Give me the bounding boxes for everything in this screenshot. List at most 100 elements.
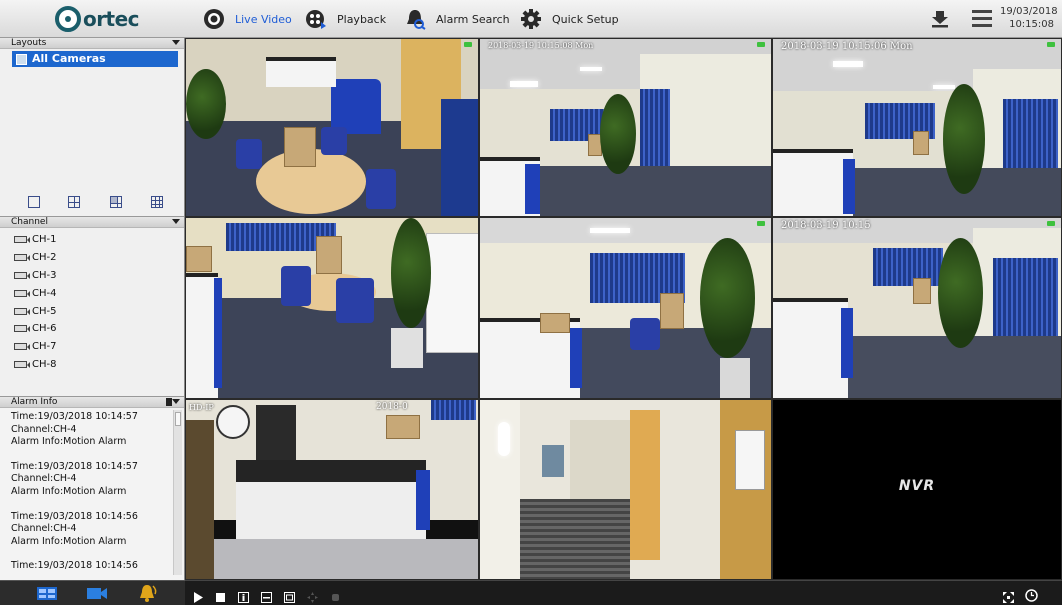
tile-timestamp: 2018-03-19 10:15 — [781, 220, 871, 231]
channel-item-ch1[interactable]: CH-1 — [0, 231, 184, 249]
video-tile-ch2[interactable]: 2018-03-19 10:15:08 Mon — [479, 38, 772, 217]
channel-list: CH-1 CH-2 CH-3 CH-4 CH-5 CH-6 CH-7 CH-8 — [0, 228, 184, 373]
channel-item-ch5[interactable]: CH-5 — [0, 302, 184, 320]
alarm-time: Time:19/03/2018 10:14:57 — [11, 411, 138, 422]
ptz-icon — [307, 588, 318, 603]
channel-item-ch7[interactable]: CH-7 — [0, 338, 184, 356]
channel-header[interactable]: Channel — [0, 217, 184, 228]
camera-view-icon[interactable] — [86, 586, 108, 601]
recording-indicator — [1047, 42, 1055, 47]
clock-icon[interactable] — [1025, 587, 1038, 602]
download-icon[interactable] — [930, 9, 950, 29]
system-time: 10:15:08 — [1009, 19, 1054, 30]
chevron-down-icon[interactable] — [172, 399, 180, 404]
split-screen-icon[interactable] — [261, 588, 272, 603]
camera-icon — [14, 307, 30, 315]
channel-label: CH-7 — [32, 341, 57, 353]
alarm-entry: Time:19/03/2018 10:14:56 — [11, 560, 172, 573]
camera-feed — [186, 400, 478, 579]
left-bottom-toolbar — [0, 580, 185, 605]
alarm-scrollbar[interactable] — [173, 410, 182, 575]
video-tile-ch4[interactable] — [185, 217, 479, 399]
recording-indicator — [1047, 221, 1055, 226]
video-tile-ch3[interactable]: 2018-03-19 10:15:06 Mon — [772, 38, 1062, 217]
logo-mark — [54, 6, 81, 32]
video-tile-ch5[interactable] — [479, 217, 772, 399]
alarm-search-icon — [404, 8, 426, 30]
camera-feed — [773, 218, 1061, 398]
alarm-entry: Time:19/03/2018 10:14:57 Channel:CH-4 Al… — [11, 411, 172, 449]
video-tile-ch6[interactable]: 2018-03-19 10:15 — [772, 217, 1062, 399]
alarm-time: Time:19/03/2018 10:14:56 — [11, 510, 138, 522]
tile-timestamp: 2018-03-19 10:15:06 Mon — [781, 41, 913, 52]
video-grid: 2018-03-19 10:15:08 Mon 2018-03-19 10:15… — [185, 38, 1062, 580]
alarm-info-section: Alarm Info Time:19/03/2018 10:14:57 Chan… — [0, 396, 184, 580]
channel-label: CH-4 — [32, 287, 57, 299]
menu-icon[interactable] — [972, 10, 992, 28]
channel-label: CH-6 — [32, 323, 57, 335]
tile-timestamp: 2018-03-19 10:15:08 Mon — [488, 41, 594, 50]
layout-split-buttons — [0, 196, 184, 210]
alarm-bell-icon[interactable] — [136, 583, 158, 603]
layout-2x2-icon[interactable] — [68, 196, 80, 208]
channel-title: Channel — [11, 217, 48, 227]
chevron-down-icon[interactable] — [172, 219, 180, 224]
layout-view-icon[interactable] — [36, 586, 58, 601]
brand-name: ortec — [82, 7, 140, 31]
channel-label: CH-1 — [32, 234, 57, 246]
system-datetime: 19/03/2018 10:15:08 — [1000, 5, 1060, 31]
camera-icon — [14, 271, 30, 279]
nvr-placeholder-label: NVR — [898, 478, 936, 494]
tile-channel-label: HD-IP — [189, 403, 214, 412]
channel-item-ch4[interactable]: CH-4 — [0, 284, 184, 302]
layouts-section: Layouts All Cameras — [0, 38, 184, 216]
alarm-type: Alarm Info:Motion Alarm — [11, 485, 127, 497]
scroll-thumb[interactable] — [175, 412, 181, 426]
channel-item-ch6[interactable]: CH-6 — [0, 320, 184, 338]
play-icon[interactable] — [193, 588, 204, 603]
tile-timestamp: 2018-0 — [376, 402, 408, 412]
stop-icon[interactable] — [215, 588, 226, 602]
chevron-down-icon[interactable] — [172, 40, 180, 45]
alarm-type: Alarm Info:Motion Alarm — [11, 535, 127, 547]
alarm-info-title: Alarm Info — [11, 397, 58, 407]
info-icon[interactable] — [238, 588, 249, 603]
alarm-entry: Time:19/03/2018 10:14:57 Channel:CH-4 Al… — [11, 461, 172, 499]
video-tile-ch8[interactable] — [479, 399, 772, 580]
nav-playback[interactable]: Playback — [305, 0, 386, 38]
system-date: 19/03/2018 — [1000, 6, 1058, 17]
nav-alarm-search[interactable]: Alarm Search — [404, 0, 510, 38]
channel-label: CH-3 — [32, 269, 57, 281]
channel-label: CH-2 — [32, 252, 57, 264]
left-panel: Layouts All Cameras Channel CH-1 CH-2 CH… — [0, 38, 185, 580]
nav-live-video[interactable]: Live Video — [203, 0, 292, 38]
channel-item-ch3[interactable]: CH-3 — [0, 267, 184, 285]
video-tile-ch7[interactable]: HD-IP 2018-0 — [185, 399, 479, 580]
nav-quick-setup[interactable]: Quick Setup — [520, 0, 619, 38]
camera-feed — [480, 39, 771, 216]
camera-feed — [773, 39, 1061, 216]
snapshot-icon[interactable] — [284, 588, 295, 603]
channel-item-ch2[interactable]: CH-2 — [0, 249, 184, 267]
nav-live-video-label: Live Video — [235, 12, 292, 26]
fullscreen-icon[interactable] — [1003, 588, 1014, 603]
nav-quick-setup-label: Quick Setup — [552, 12, 619, 26]
layout-3x3-icon[interactable] — [151, 196, 163, 208]
layouts-header[interactable]: Layouts — [0, 38, 184, 49]
alarm-channel: Channel:CH-4 — [11, 423, 77, 435]
alarm-log: Time:19/03/2018 10:14:57 Channel:CH-4 Al… — [0, 409, 172, 575]
camera-icon — [14, 236, 30, 244]
layout-1x1-icon[interactable] — [28, 196, 40, 208]
nvr-app: ortec Live Video Playback Alarm Search Q… — [0, 0, 1062, 605]
channel-item-ch8[interactable]: CH-8 — [0, 356, 184, 374]
camera-icon — [14, 343, 30, 351]
camera-feed — [186, 39, 478, 216]
layout-item-all-cameras[interactable]: All Cameras — [12, 51, 178, 67]
alarm-info-header[interactable]: Alarm Info — [0, 397, 184, 408]
layout-1plus5-icon[interactable] — [110, 196, 122, 208]
channel-section: Channel CH-1 CH-2 CH-3 CH-4 CH-5 CH-6 CH… — [0, 216, 184, 396]
camera-group-icon — [16, 53, 27, 65]
video-tile-ch1[interactable] — [185, 38, 479, 217]
brand-logo: ortec — [12, 4, 182, 34]
video-tile-empty[interactable]: NVR — [772, 399, 1062, 580]
